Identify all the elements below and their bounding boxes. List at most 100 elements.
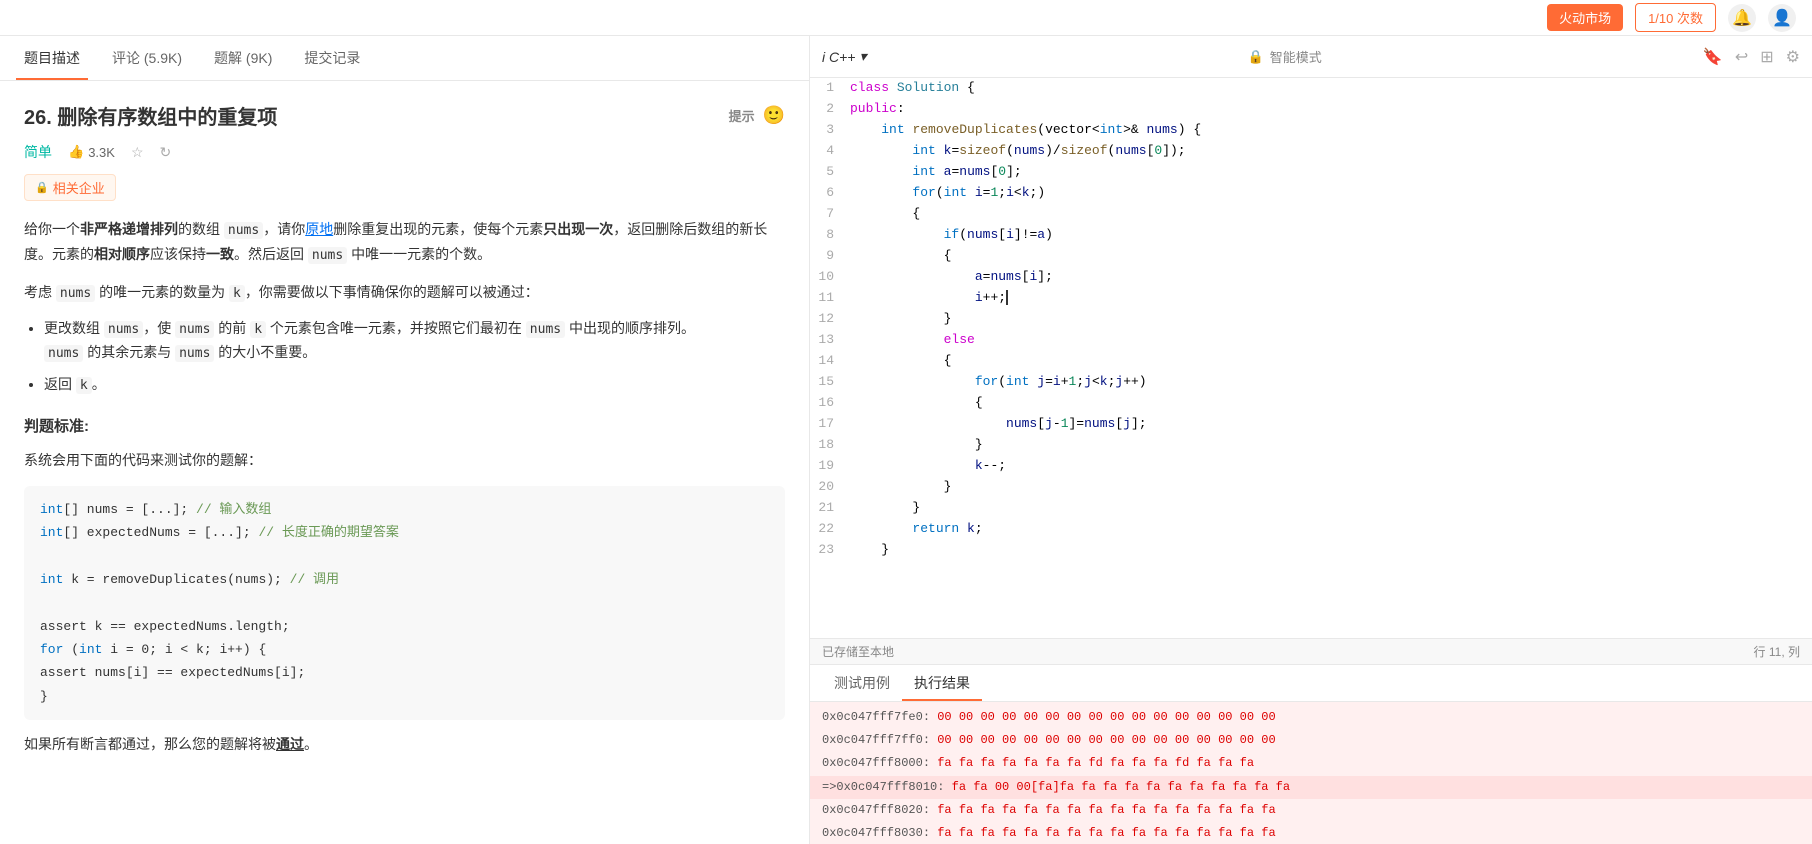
judge-line-blank-1: [40, 544, 769, 567]
judge-line-2: int[] expectedNums = [...]; // 长度正确的期望答案: [40, 521, 769, 544]
code-line-4: 4 int k=sizeof(nums)/sizeof(nums[0]);: [810, 141, 1812, 162]
problem-title-row: 26. 删除有序数组中的重复项 提示 🙂: [24, 101, 785, 130]
judge-line-7: }: [40, 685, 769, 708]
code-line-12: 12 }: [810, 309, 1812, 330]
problem-title: 26. 删除有序数组中的重复项: [24, 101, 277, 130]
hex-line-1: 0x0c047fff7ff0: 00 00 00 00 00 00 00 00 …: [810, 729, 1812, 752]
code-line-15: 15 for(int j=i+1;j<k;j++): [810, 372, 1812, 393]
bookmark-icon[interactable]: 🔖: [1703, 47, 1723, 67]
bottom-tabs: 测试用例 执行结果: [810, 665, 1812, 702]
star-icon[interactable]: ☆: [131, 144, 144, 161]
code-line-2: 2 public:: [810, 99, 1812, 120]
code-line-23: 23 }: [810, 540, 1812, 561]
refresh-icon[interactable]: ↻: [160, 144, 172, 161]
lock-icon: 🔒: [1248, 49, 1264, 65]
judge-desc: 系统会用下面的代码来测试你的题解：: [24, 448, 785, 473]
code-line-19: 19 k--;: [810, 456, 1812, 477]
editor-status-bar: 已存储至本地 行 11, 列: [810, 638, 1812, 664]
tab-submissions[interactable]: 提交记录: [296, 36, 368, 80]
tab-bar: 题目描述 评论 (5.9K) 题解 (9K) 提交记录: [0, 36, 809, 81]
company-tag[interactable]: 🔒 相关企业: [24, 174, 116, 201]
code-line-9: 9 {: [810, 246, 1812, 267]
top-bar-right: 火动市场 1/10 次数 🔔 👤: [1547, 3, 1796, 32]
desc-code-nums-1: nums: [224, 222, 263, 239]
judge-line-5: for (int i = 0; i < k; i++) {: [40, 638, 769, 661]
code-line-1: 1 class Solution {: [810, 78, 1812, 99]
saved-text: 已存储至本地: [822, 643, 894, 660]
notification-icon[interactable]: 🔔: [1728, 4, 1756, 32]
main-layout: 题目描述 评论 (5.9K) 题解 (9K) 提交记录 26. 删除有序数组中的…: [0, 36, 1812, 844]
desc-code-nums-3: nums: [56, 285, 95, 302]
language-selector[interactable]: i C++ ▾: [822, 48, 867, 65]
tab-exec-result[interactable]: 执行结果: [902, 665, 982, 701]
hint-label: 提示: [729, 106, 755, 125]
pass-bold: 通过: [276, 736, 304, 752]
code-line-18: 18 }: [810, 435, 1812, 456]
pass-text: 如果所有断言都通过，那么您的题解将被通过。: [24, 732, 785, 757]
bullet-code-k-1: k: [250, 321, 266, 338]
tab-comments[interactable]: 评论 (5.9K): [104, 36, 190, 80]
code-line-11: 11 i++;: [810, 288, 1812, 309]
judge-title: 判题标准:: [24, 413, 785, 440]
judge-line-4: assert k == expectedNums.length;: [40, 615, 769, 638]
avatar-icon[interactable]: 👤: [1768, 4, 1796, 32]
like-count: 👍 3.3K: [68, 144, 115, 160]
desc-bold-order: 相对顺序: [94, 246, 150, 262]
desc-code-nums-2: nums: [308, 247, 347, 264]
bullet-item-1: 更改数组 nums，使 nums 的前 k 个元素包含唯一元素，并按照它们最初在…: [44, 317, 785, 365]
fire-market-button[interactable]: 火动市场: [1547, 4, 1623, 31]
bottom-content: 0x0c047fff7fe0: 00 00 00 00 00 00 00 00 …: [810, 702, 1812, 844]
problem-content: 26. 删除有序数组中的重复项 提示 🙂 简单 👍 3.3K ☆ ↻: [0, 81, 809, 844]
code-line-6: 6 for(int i=1;i<k;): [810, 183, 1812, 204]
code-editor[interactable]: 1 class Solution { 2 public: 3 int remov…: [810, 78, 1812, 638]
right-panel: i C++ ▾ 🔒 智能模式 🔖 ↩ ⊞ ⚙ 1 class Solution …: [810, 36, 1812, 844]
tab-test-cases[interactable]: 测试用例: [822, 665, 902, 701]
desc-paragraph-2: 考虑 nums 的唯一元素的数量为 k，你需要做以下事情确保你的题解可以被通过：: [24, 280, 785, 305]
difficulty-label: 简单: [24, 142, 52, 162]
login-button[interactable]: 1/10 次数: [1635, 3, 1716, 32]
code-line-13: 13 else: [810, 330, 1812, 351]
code-line-21: 21 }: [810, 498, 1812, 519]
smart-mode-label: 智能模式: [1270, 47, 1322, 66]
desc-code-k-1: k: [229, 285, 245, 302]
desc-bold-once: 只出现一次: [543, 221, 613, 237]
cursor-position: 行 11, 列: [1754, 643, 1800, 660]
desc-paragraph-1: 给你一个非严格递增排列的数组 nums，请你原地删除重复出现的元素，使每个元素只…: [24, 217, 785, 268]
smart-mode: 🔒 智能模式: [1248, 47, 1322, 66]
undo-icon[interactable]: ↩: [1735, 47, 1748, 67]
desc-link-inplace: 原地: [305, 221, 333, 237]
hint-area: 提示 🙂: [729, 105, 785, 126]
left-panel: 题目描述 评论 (5.9K) 题解 (9K) 提交记录 26. 删除有序数组中的…: [0, 36, 810, 844]
desc-bold-consistent: 一致: [206, 246, 234, 262]
bullet-item-2: 返回 k。: [44, 373, 785, 397]
smiley-icon: 🙂: [763, 105, 785, 126]
bullet-code-nums-5: nums: [175, 345, 214, 362]
code-line-17: 17 nums[j-1]=nums[j];: [810, 414, 1812, 435]
code-line-5: 5 int a=nums[0];: [810, 162, 1812, 183]
desc-bold-1: 非严格递增排列: [80, 221, 178, 237]
bullet-code-nums-2: nums: [175, 321, 214, 338]
tab-solutions[interactable]: 题解 (9K): [206, 36, 280, 80]
tab-description[interactable]: 题目描述: [16, 36, 88, 80]
settings-icon[interactable]: ⚙: [1786, 47, 1800, 67]
judge-line-6: assert nums[i] == expectedNums[i];: [40, 661, 769, 684]
hex-line-5: 0x0c047fff8030: fa fa fa fa fa fa fa fa …: [810, 822, 1812, 844]
judge-code-block: int[] nums = [...]; // 输入数组 int[] expect…: [24, 486, 785, 721]
bullet-code-nums-4: nums: [44, 345, 83, 362]
code-line-10: 10 a=nums[i];: [810, 267, 1812, 288]
grid-icon[interactable]: ⊞: [1760, 47, 1773, 67]
judge-line-1: int[] nums = [...]; // 输入数组: [40, 498, 769, 521]
chevron-down-icon: ▾: [859, 48, 866, 65]
hex-line-0: 0x0c047fff7fe0: 00 00 00 00 00 00 00 00 …: [810, 706, 1812, 729]
top-bar: 火动市场 1/10 次数 🔔 👤: [0, 0, 1812, 36]
problem-description: 给你一个非严格递增排列的数组 nums，请你原地删除重复出现的元素，使每个元素只…: [24, 217, 785, 757]
code-line-3: 3 int removeDuplicates(vector<int>& nums…: [810, 120, 1812, 141]
bullet-list: 更改数组 nums，使 nums 的前 k 个元素包含唯一元素，并按照它们最初在…: [44, 317, 785, 397]
difficulty-row: 简单 👍 3.3K ☆ ↻: [24, 142, 785, 162]
code-line-16: 16 {: [810, 393, 1812, 414]
lock-icon-small: 🔒: [35, 181, 49, 194]
bullet-code-nums-1: nums: [104, 321, 143, 338]
code-line-7: 7 {: [810, 204, 1812, 225]
hex-line-4: 0x0c047fff8020: fa fa fa fa fa fa fa fa …: [810, 799, 1812, 822]
lang-label: i C++: [822, 49, 855, 65]
